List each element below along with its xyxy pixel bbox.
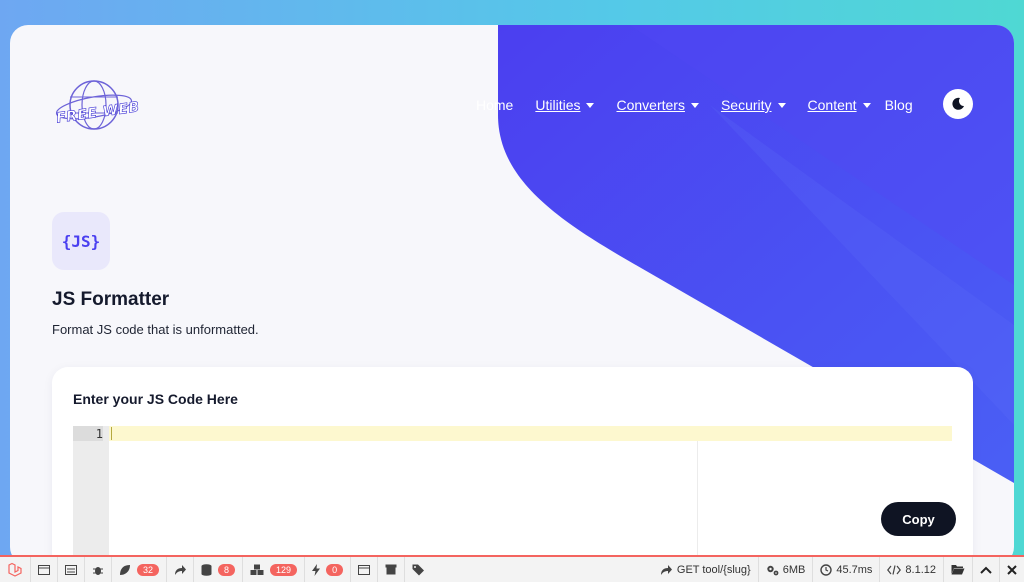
window-icon — [358, 564, 371, 575]
window-icon — [38, 564, 50, 575]
bolt-icon — [312, 563, 321, 576]
editor-print-margin — [697, 441, 698, 565]
laravel-logo-button[interactable] — [0, 557, 31, 582]
page-title: JS Formatter — [52, 289, 170, 310]
caret-down-icon — [586, 102, 595, 108]
moon-icon — [952, 97, 964, 110]
main-nav: Home Utilities Converters Security Conte… — [476, 93, 935, 117]
list-icon — [65, 564, 77, 575]
copy-button[interactable]: Copy — [881, 502, 956, 536]
chevron-up-icon — [980, 566, 992, 574]
leaf-icon — [120, 564, 130, 575]
models-count-badge: 129 — [270, 563, 298, 576]
theme-toggle-button[interactable] — [943, 89, 973, 119]
clock-icon — [820, 563, 833, 576]
editor-active-line[interactable] — [109, 426, 952, 441]
editor-card: Enter your JS Code Here 1 Copy — [52, 367, 973, 565]
debug-queries-tab[interactable]: 8 — [194, 557, 244, 582]
debug-timeline-tab[interactable] — [58, 557, 85, 582]
js-braces-icon: {JS} — [62, 232, 101, 251]
nav-item-converters[interactable]: Converters — [616, 97, 699, 113]
page-description: Format JS code that is unformatted. — [52, 322, 259, 337]
text-cursor — [111, 427, 112, 440]
memory-text: 6MB — [782, 563, 806, 576]
js-tool-icon: {JS} — [52, 212, 110, 270]
tags-icon — [412, 564, 425, 575]
nav-item-label: Converters — [616, 97, 685, 113]
page-frame: FREE WEB Home Utilities Converters Secur… — [10, 25, 1014, 565]
nav-item-label: Content — [807, 97, 857, 113]
line-number: 1 — [73, 426, 103, 441]
queries-count-badge: 8 — [218, 563, 236, 576]
bug-icon — [93, 566, 103, 575]
debug-session-tab[interactable] — [378, 557, 406, 582]
events-count-badge: 0 — [326, 563, 344, 576]
cubes-icon — [250, 564, 264, 575]
debug-events-tab[interactable]: 0 — [305, 557, 352, 582]
php-version-info[interactable]: 8.1.12 — [879, 557, 943, 582]
debug-logs-tab[interactable]: 32 — [112, 557, 168, 582]
time-info[interactable]: 45.7ms — [812, 557, 879, 582]
caret-down-icon — [777, 102, 786, 108]
nav-item-security[interactable]: Security — [721, 97, 786, 113]
nav-item-label: Blog — [884, 97, 913, 113]
maximize-button[interactable] — [972, 557, 999, 582]
nav-item-label: Utilities — [535, 97, 581, 113]
nav-item-home[interactable]: Home — [476, 97, 513, 113]
nav-item-utilities[interactable]: Utilities — [535, 97, 595, 113]
route-text: GET tool/{slug} — [676, 563, 751, 576]
code-editor[interactable]: 1 Copy — [73, 426, 956, 565]
svg-text:{JS}: {JS} — [62, 232, 101, 251]
close-icon — [1007, 564, 1017, 575]
caret-down-icon — [862, 102, 871, 108]
debug-tags-tab[interactable] — [405, 557, 432, 582]
debug-request-tab[interactable] — [167, 557, 195, 582]
php-version-text: 8.1.12 — [905, 563, 936, 576]
laravel-logo-icon — [8, 562, 22, 577]
debug-bar: 32 8 129 0 GET tool/{slug} 6MB 45.7ms 8.… — [0, 555, 1024, 582]
cogs-icon — [767, 565, 779, 575]
editor-card-heading: Enter your JS Code Here — [73, 391, 238, 407]
folder-open-icon — [951, 565, 965, 575]
debug-exceptions-tab[interactable] — [85, 557, 112, 582]
nav-item-label: Security — [720, 97, 772, 113]
logs-count-badge: 32 — [137, 563, 160, 576]
memory-info[interactable]: 6MB — [757, 557, 813, 582]
debug-models-tab[interactable]: 129 — [243, 557, 306, 582]
share-icon — [175, 564, 187, 575]
caret-down-icon — [690, 102, 699, 108]
archive-icon — [385, 564, 397, 575]
nav-item-blog[interactable]: Blog — [885, 97, 913, 113]
open-folder-button[interactable] — [943, 557, 972, 582]
database-icon — [201, 563, 212, 576]
close-debugbar-button[interactable] — [999, 557, 1024, 582]
share-icon — [660, 564, 672, 575]
debug-bar-status: GET tool/{slug} 6MB 45.7ms 8.1.12 — [653, 557, 1024, 582]
route-info[interactable]: GET tool/{slug} — [653, 557, 758, 582]
code-icon — [887, 564, 902, 575]
nav-item-label: Home — [476, 97, 514, 113]
editor-gutter: 1 — [73, 426, 109, 565]
debug-messages-tab[interactable] — [31, 557, 58, 582]
time-text: 45.7ms — [836, 563, 873, 576]
nav-item-content[interactable]: Content — [808, 97, 871, 113]
debug-views-tab[interactable] — [351, 557, 379, 582]
